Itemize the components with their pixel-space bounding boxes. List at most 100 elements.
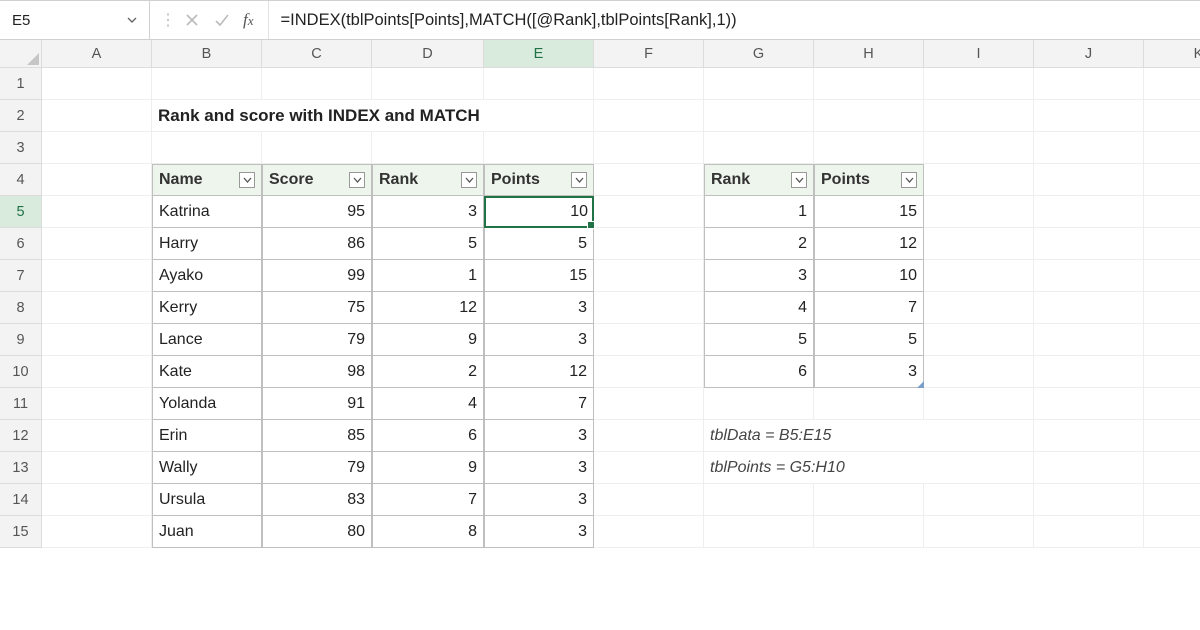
cell[interactable] bbox=[42, 484, 152, 516]
tbldata-header[interactable]: Score bbox=[262, 164, 372, 196]
note-tbldata[interactable]: tblData = B5:E15 bbox=[704, 420, 1034, 452]
cell[interactable] bbox=[1034, 388, 1144, 420]
filter-dropdown-icon[interactable] bbox=[349, 172, 365, 188]
cell[interactable] bbox=[924, 100, 1034, 132]
cell[interactable] bbox=[42, 420, 152, 452]
page-title[interactable]: Rank and score with INDEX and MATCH bbox=[152, 100, 594, 132]
cell[interactable] bbox=[594, 484, 704, 516]
column-header[interactable]: H bbox=[814, 40, 924, 68]
cell[interactable] bbox=[1144, 100, 1200, 132]
filter-dropdown-icon[interactable] bbox=[239, 172, 255, 188]
tbldata-rank[interactable]: 1 bbox=[372, 260, 484, 292]
cell[interactable] bbox=[704, 516, 814, 548]
tbldata-name[interactable]: Yolanda bbox=[152, 388, 262, 420]
cell[interactable] bbox=[484, 132, 594, 164]
tbldata-rank[interactable]: 9 bbox=[372, 324, 484, 356]
cell[interactable] bbox=[924, 68, 1034, 100]
tblpoints-rank[interactable]: 2 bbox=[704, 228, 814, 260]
column-header[interactable]: J bbox=[1034, 40, 1144, 68]
cell[interactable] bbox=[814, 484, 924, 516]
cell[interactable] bbox=[1034, 356, 1144, 388]
tbldata-score[interactable]: 83 bbox=[262, 484, 372, 516]
tbldata-rank[interactable]: 12 bbox=[372, 292, 484, 324]
cell[interactable] bbox=[594, 516, 704, 548]
fx-icon[interactable]: fx bbox=[239, 10, 258, 30]
column-header[interactable]: G bbox=[704, 40, 814, 68]
cell[interactable] bbox=[1144, 324, 1200, 356]
tbldata-score[interactable]: 91 bbox=[262, 388, 372, 420]
tbldata-rank[interactable]: 2 bbox=[372, 356, 484, 388]
cell[interactable] bbox=[594, 388, 704, 420]
cell[interactable] bbox=[704, 68, 814, 100]
cell[interactable] bbox=[1144, 68, 1200, 100]
row-header[interactable]: 5 bbox=[0, 196, 42, 228]
accept-icon[interactable] bbox=[209, 7, 235, 33]
cell[interactable] bbox=[924, 260, 1034, 292]
cell[interactable] bbox=[1034, 516, 1144, 548]
cell[interactable] bbox=[924, 164, 1034, 196]
cell[interactable] bbox=[924, 196, 1034, 228]
tbldata-rank[interactable]: 9 bbox=[372, 452, 484, 484]
cell[interactable] bbox=[1034, 132, 1144, 164]
tbldata-rank[interactable]: 4 bbox=[372, 388, 484, 420]
tbldata-name[interactable]: Katrina bbox=[152, 196, 262, 228]
tbldata-points[interactable]: 3 bbox=[484, 452, 594, 484]
cell[interactable] bbox=[42, 452, 152, 484]
cell[interactable] bbox=[1034, 292, 1144, 324]
cell[interactable] bbox=[1144, 356, 1200, 388]
cell[interactable] bbox=[594, 132, 704, 164]
tblpoints-points[interactable]: 3 bbox=[814, 356, 924, 388]
tblpoints-points[interactable]: 7 bbox=[814, 292, 924, 324]
row-header[interactable]: 7 bbox=[0, 260, 42, 292]
select-all-corner[interactable] bbox=[0, 40, 42, 68]
cell[interactable] bbox=[1034, 484, 1144, 516]
tbldata-points[interactable]: 12 bbox=[484, 356, 594, 388]
cell[interactable] bbox=[594, 228, 704, 260]
cell[interactable] bbox=[42, 100, 152, 132]
cell[interactable] bbox=[814, 100, 924, 132]
cell[interactable] bbox=[924, 324, 1034, 356]
tbldata-points[interactable]: 3 bbox=[484, 420, 594, 452]
cell[interactable] bbox=[924, 132, 1034, 164]
tbldata-header[interactable]: Name bbox=[152, 164, 262, 196]
cell[interactable] bbox=[1144, 388, 1200, 420]
cell[interactable] bbox=[1034, 324, 1144, 356]
cell[interactable] bbox=[594, 68, 704, 100]
row-header[interactable]: 14 bbox=[0, 484, 42, 516]
cell[interactable] bbox=[814, 388, 924, 420]
cell[interactable] bbox=[1034, 196, 1144, 228]
cell[interactable] bbox=[1034, 452, 1144, 484]
cell[interactable] bbox=[1034, 164, 1144, 196]
tblpoints-points[interactable]: 5 bbox=[814, 324, 924, 356]
formula-input[interactable]: =INDEX(tblPoints[Points],MATCH([@Rank],t… bbox=[269, 1, 1200, 39]
tbldata-rank[interactable]: 8 bbox=[372, 516, 484, 548]
cell[interactable] bbox=[42, 356, 152, 388]
row-header[interactable]: 6 bbox=[0, 228, 42, 260]
cell[interactable] bbox=[372, 68, 484, 100]
cell[interactable] bbox=[42, 196, 152, 228]
cell[interactable] bbox=[594, 420, 704, 452]
tbldata-rank[interactable]: 7 bbox=[372, 484, 484, 516]
cell[interactable] bbox=[924, 292, 1034, 324]
cell[interactable] bbox=[814, 516, 924, 548]
cell[interactable] bbox=[1034, 260, 1144, 292]
row-header[interactable]: 15 bbox=[0, 516, 42, 548]
tbldata-points[interactable]: 7 bbox=[484, 388, 594, 420]
tbldata-points[interactable]: 15 bbox=[484, 260, 594, 292]
cell[interactable] bbox=[372, 132, 484, 164]
tblpoints-points[interactable]: 12 bbox=[814, 228, 924, 260]
cell[interactable] bbox=[1034, 68, 1144, 100]
cell[interactable] bbox=[42, 164, 152, 196]
cell[interactable] bbox=[594, 100, 704, 132]
tblpoints-rank[interactable]: 4 bbox=[704, 292, 814, 324]
cell[interactable] bbox=[1144, 516, 1200, 548]
tbldata-score[interactable]: 98 bbox=[262, 356, 372, 388]
cell[interactable] bbox=[704, 100, 814, 132]
chevron-down-icon[interactable] bbox=[127, 14, 137, 26]
row-header[interactable]: 8 bbox=[0, 292, 42, 324]
tblpoints-rank[interactable]: 5 bbox=[704, 324, 814, 356]
tblpoints-header[interactable]: Points bbox=[814, 164, 924, 196]
tbldata-score[interactable]: 86 bbox=[262, 228, 372, 260]
tbldata-name[interactable]: Kate bbox=[152, 356, 262, 388]
tbldata-header[interactable]: Points bbox=[484, 164, 594, 196]
